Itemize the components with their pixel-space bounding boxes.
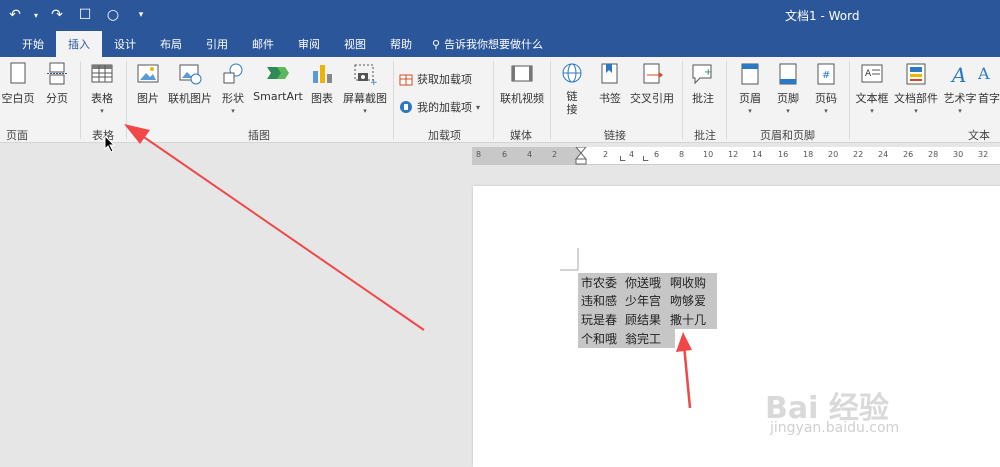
annotation-arrowhead (124, 124, 150, 144)
mouse-cursor-icon (104, 135, 116, 153)
baidu-watermark-url: jingyan.baidu.com (770, 420, 900, 436)
annotation-arrowhead (676, 332, 692, 352)
annotation-arrow-line (137, 132, 425, 331)
annotation-arrow-line (682, 344, 692, 409)
